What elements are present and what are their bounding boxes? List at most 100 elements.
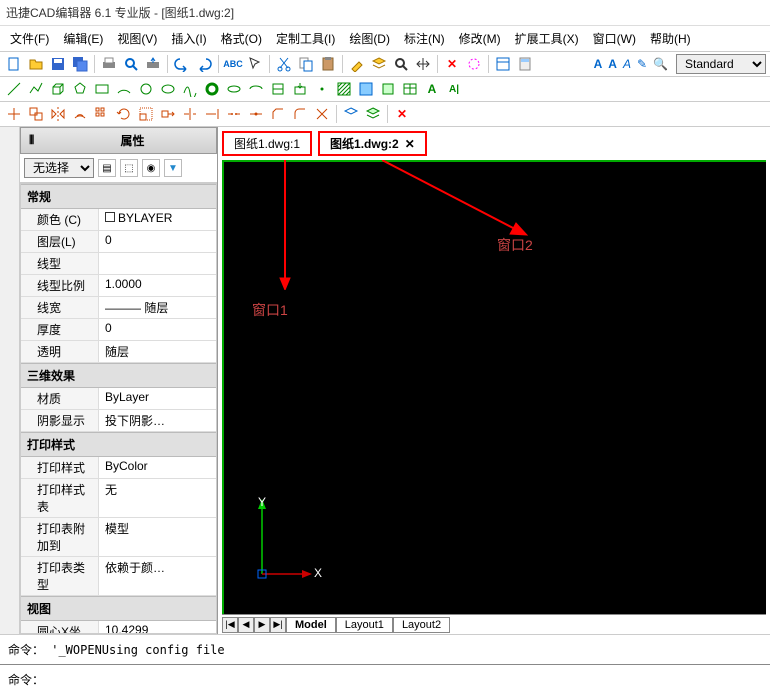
menu-view[interactable]: 视图(V): [111, 28, 163, 49]
undo-icon[interactable]: [172, 54, 192, 74]
close-icon[interactable]: ✕: [405, 137, 415, 151]
text-edit-icon[interactable]: ✎: [635, 57, 649, 71]
prop-row[interactable]: 打印表类型依赖于颜…: [21, 557, 216, 596]
break-icon[interactable]: [224, 104, 244, 124]
match-icon[interactable]: [347, 54, 367, 74]
quick-select-icon[interactable]: ▤: [98, 159, 116, 177]
prop-row[interactable]: 线宽——— 随层: [21, 297, 216, 319]
earc-icon[interactable]: [246, 79, 266, 99]
array-icon[interactable]: [92, 104, 112, 124]
prop-row[interactable]: 打印样式ByColor: [21, 457, 216, 479]
select-icon[interactable]: [245, 54, 265, 74]
redo-icon[interactable]: [194, 54, 214, 74]
trim-icon[interactable]: [180, 104, 200, 124]
open-icon[interactable]: [26, 54, 46, 74]
spline-icon[interactable]: [180, 79, 200, 99]
prop-value[interactable]: 投下阴影…: [99, 410, 216, 431]
donut-icon[interactable]: [202, 79, 222, 99]
tab-next-icon[interactable]: ▶: [254, 617, 270, 633]
chamfer-icon[interactable]: [268, 104, 288, 124]
polygon-icon[interactable]: [70, 79, 90, 99]
gradient-icon[interactable]: [356, 79, 376, 99]
pan-icon[interactable]: [413, 54, 433, 74]
prop-value[interactable]: 无: [99, 479, 216, 517]
block-icon[interactable]: [268, 79, 288, 99]
point-icon[interactable]: [312, 79, 332, 99]
prop-group-header[interactable]: 三维效果: [21, 363, 216, 388]
new-icon[interactable]: [4, 54, 24, 74]
prop-value[interactable]: 0: [99, 319, 216, 340]
menu-help[interactable]: 帮助(H): [644, 28, 697, 49]
preview-icon[interactable]: [121, 54, 141, 74]
prop-row[interactable]: 打印样式表无: [21, 479, 216, 518]
highlight-icon[interactable]: [464, 54, 484, 74]
mirror-icon[interactable]: [48, 104, 68, 124]
menu-dimension[interactable]: 标注(N): [398, 28, 451, 49]
prop-row[interactable]: 材质ByLayer: [21, 388, 216, 410]
save-icon[interactable]: [48, 54, 68, 74]
prop-value[interactable]: 10.4299: [99, 621, 216, 634]
prop-row[interactable]: 透明随层: [21, 341, 216, 363]
copy2-icon[interactable]: [26, 104, 46, 124]
select-obj-icon[interactable]: ◉: [142, 159, 160, 177]
ellipse2-icon[interactable]: [224, 79, 244, 99]
menu-file[interactable]: 文件(F): [4, 28, 55, 49]
spell-icon[interactable]: ABC: [223, 54, 243, 74]
table-icon[interactable]: [400, 79, 420, 99]
prop-value[interactable]: 随层: [99, 341, 216, 362]
selection-filter[interactable]: 无选择: [24, 158, 94, 178]
menu-insert[interactable]: 插入(I): [165, 28, 212, 49]
prop-value[interactable]: 模型: [99, 518, 216, 556]
publish-icon[interactable]: [143, 54, 163, 74]
layout-tab-model[interactable]: Model: [286, 617, 336, 633]
calc-icon[interactable]: [515, 54, 535, 74]
extend-icon[interactable]: [202, 104, 222, 124]
prop-row[interactable]: 阴影显示投下阴影…: [21, 410, 216, 432]
command-line[interactable]: 命令：: [0, 664, 770, 694]
prop-row[interactable]: 图层(L)0: [21, 231, 216, 253]
layermgr-icon[interactable]: [363, 104, 383, 124]
region-icon[interactable]: [378, 79, 398, 99]
tab-last-icon[interactable]: ▶|: [270, 617, 286, 633]
insert-icon[interactable]: [290, 79, 310, 99]
menu-tools[interactable]: 定制工具(I): [270, 28, 341, 49]
rotate-icon[interactable]: [114, 104, 134, 124]
prop-row[interactable]: 线型比例1.0000: [21, 275, 216, 297]
delete-icon[interactable]: ✕: [442, 54, 462, 74]
menu-window[interactable]: 窗口(W): [587, 28, 642, 49]
rect-icon[interactable]: [92, 79, 112, 99]
layer2-icon[interactable]: [341, 104, 361, 124]
doc-tab-1[interactable]: 图纸1.dwg:1: [222, 131, 312, 156]
text-find-icon[interactable]: 🔍: [651, 57, 670, 71]
props-icon[interactable]: [493, 54, 513, 74]
text-A2-icon[interactable]: A: [606, 57, 619, 71]
prop-row[interactable]: 厚度0: [21, 319, 216, 341]
properties-grid[interactable]: 常规颜色 (C)BYLAYER图层(L)0线型线型比例1.0000线宽——— 随…: [20, 183, 217, 634]
line-icon[interactable]: [4, 79, 24, 99]
tab-first-icon[interactable]: |◀: [222, 617, 238, 633]
paste-icon[interactable]: [318, 54, 338, 74]
move-icon[interactable]: [4, 104, 24, 124]
erase-icon[interactable]: ✕: [392, 104, 412, 124]
text-icon[interactable]: A: [422, 79, 442, 99]
print-icon[interactable]: [99, 54, 119, 74]
mtext-icon[interactable]: A|: [444, 79, 464, 99]
prop-value[interactable]: ByLayer: [99, 388, 216, 409]
prop-value[interactable]: [99, 253, 216, 274]
menu-draw[interactable]: 绘图(D): [343, 28, 396, 49]
menu-format[interactable]: 格式(O): [215, 28, 268, 49]
prop-row[interactable]: 线型: [21, 253, 216, 275]
prop-value[interactable]: 0: [99, 231, 216, 252]
prop-value[interactable]: 依赖于颜…: [99, 557, 216, 595]
layout-tab-2[interactable]: Layout2: [393, 617, 450, 633]
text-A-icon[interactable]: A: [592, 57, 605, 71]
scale-icon[interactable]: [136, 104, 156, 124]
prop-value[interactable]: ——— 随层: [99, 297, 216, 318]
prop-row[interactable]: 颜色 (C)BYLAYER: [21, 209, 216, 231]
drawing-canvas[interactable]: 窗口1 窗口2 Y X: [222, 160, 766, 614]
tab-prev-icon[interactable]: ◀: [238, 617, 254, 633]
circle-icon[interactable]: [136, 79, 156, 99]
doc-tab-2[interactable]: 图纸1.dwg:2✕: [318, 131, 427, 156]
text-Ai-icon[interactable]: A: [621, 57, 633, 71]
stretch-icon[interactable]: [158, 104, 178, 124]
